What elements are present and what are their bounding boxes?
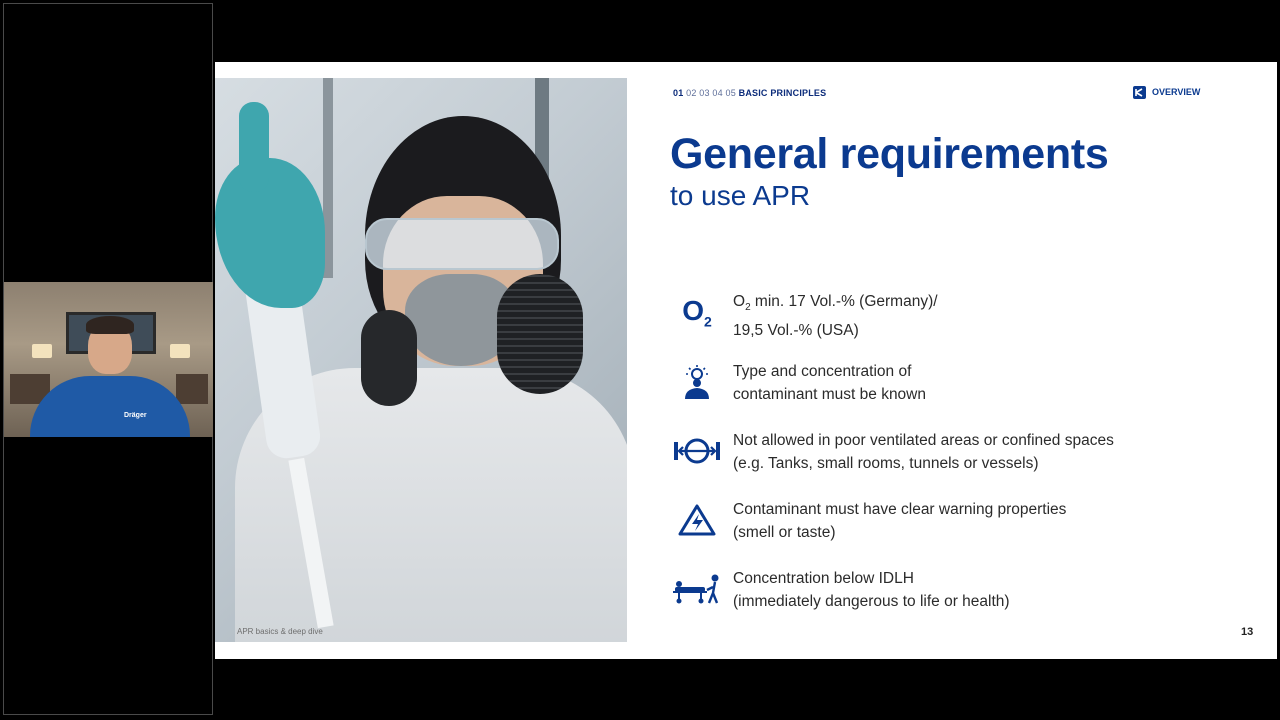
requirement-o2-prefix: O (733, 293, 746, 310)
glove-finger (239, 102, 269, 192)
requirement-text: (smell or taste) (733, 524, 836, 541)
page-number: 13 (1241, 626, 1254, 638)
nav-step[interactable]: 05 (726, 88, 736, 98)
requirement-text: Not allowed in poor ventilated areas or … (733, 432, 1114, 449)
overview-icon (1133, 85, 1146, 99)
lamp-right (170, 344, 190, 358)
shirt-logo: Dräger (124, 412, 147, 419)
list-item: Not allowed in poor ventilated areas or … (670, 429, 1250, 479)
stretcher-icon (670, 567, 724, 611)
presenter-body (30, 376, 190, 437)
nav-step[interactable]: 02 (686, 88, 696, 98)
list-item: Concentration below IDLH (immediately da… (670, 567, 1250, 617)
warning-icon (670, 498, 724, 542)
slide-photo: APR basics & deep dive (215, 78, 627, 642)
overview-label: OVERVIEW (1152, 87, 1201, 97)
nav-step[interactable]: 03 (699, 88, 709, 98)
list-item: Contaminant must have clear warning prop… (670, 498, 1250, 548)
requirement-text: (immediately dangerous to life or health… (733, 593, 1010, 610)
o2-icon: O2 (682, 294, 712, 330)
ventilation-icon (670, 429, 724, 473)
nav-step-active[interactable]: 01 (673, 88, 683, 98)
list-item: O2 O2 min. 17 Vol.-% (Germany)/ 19,5 Vol… (670, 290, 1250, 340)
overview-button[interactable]: OVERVIEW (1133, 84, 1200, 100)
lamp-left (32, 344, 52, 358)
section-navigation: 01 02 03 04 05 BASIC PRINCIPLES (673, 88, 826, 98)
section-label: BASIC PRINCIPLES (738, 88, 827, 98)
presenter-hair (86, 316, 134, 334)
person-idea-icon (670, 360, 724, 404)
requirement-text: (e.g. Tanks, small rooms, tunnels or ves… (733, 455, 1039, 472)
requirement-text: 19,5 Vol.-% (USA) (733, 322, 859, 340)
respirator-filter-right (497, 274, 583, 394)
presentation-slide: APR basics & deep dive 01 02 03 04 05 BA… (215, 62, 1277, 659)
requirement-text: Type and concentration of (733, 363, 912, 380)
requirement-text: contaminant must be known (733, 386, 926, 403)
webcam-feed[interactable]: Dräger (4, 282, 213, 437)
respirator-filter-left (361, 310, 417, 406)
photo-caption: APR basics & deep dive (237, 627, 323, 636)
requirement-text: Concentration below IDLH (733, 570, 914, 587)
requirement-text: Contaminant must have clear warning prop… (733, 501, 1067, 518)
safety-goggles (365, 218, 559, 270)
requirement-o2-text: min. 17 Vol.-% (Germany)/ (750, 293, 938, 310)
glove (215, 158, 325, 308)
list-item: Type and concentration of contaminant mu… (670, 360, 1250, 410)
slide-title: General requirements (670, 130, 1109, 178)
chair-right (176, 374, 208, 404)
slide-subtitle: to use APR (670, 180, 811, 211)
nav-step[interactable]: 04 (712, 88, 722, 98)
